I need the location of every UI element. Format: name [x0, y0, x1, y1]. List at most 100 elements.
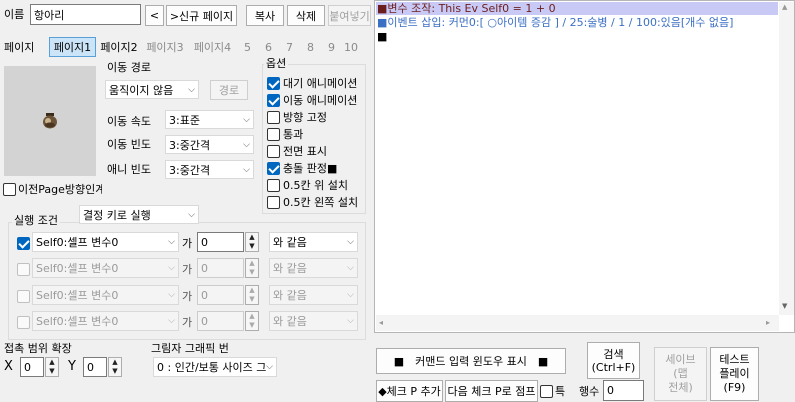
command-line-3[interactable]: ■ — [377, 31, 387, 43]
condition-1-checkbox[interactable] — [17, 237, 30, 250]
condition-3-ga-label: 가 — [182, 290, 193, 303]
chevron-down-icon: ⌵ — [168, 263, 175, 273]
condition-3-op-select[interactable]: 와 같음 ⌵ — [269, 285, 358, 305]
spin-down-icon: ▼ — [249, 242, 255, 250]
command-line-2[interactable]: ■이벤트 삽입: 커먼0:[ ○아이템 증감 ] / 25:술병 / 1 / 1… — [377, 17, 733, 29]
event-name-input[interactable]: 항아리 — [30, 4, 141, 25]
contact-x-input[interactable]: 0 — [20, 357, 44, 377]
tab-page1[interactable]: 페이지1 — [49, 37, 96, 57]
speed-select-value: 3:표준 — [169, 113, 200, 127]
spin-up-icon: ▲ — [249, 312, 255, 320]
tab-page10[interactable]: 10 — [342, 37, 360, 57]
tab-page7[interactable]: 7 — [280, 37, 299, 57]
spin-up-icon: ▲ — [249, 259, 255, 267]
frequency-select[interactable]: 3:중간격 ⌵ — [165, 135, 254, 154]
option-wait-anim-checkbox[interactable] — [267, 77, 280, 90]
chevron-down-icon: ⌵ — [243, 139, 250, 150]
condition-2-op-select[interactable]: 와 같음 ⌵ — [269, 258, 358, 278]
option-move-anim-checkbox[interactable] — [267, 94, 280, 107]
condition-4-value-input[interactable]: 0 — [197, 311, 244, 331]
contact-y-input[interactable]: 0 — [83, 357, 107, 377]
save-map-button[interactable]: 세이브 (맵 전체) — [654, 347, 707, 401]
contact-x-spinner[interactable]: ▲ ▼ — [45, 357, 59, 377]
save-button-line2: (맵 — [673, 367, 688, 380]
chevron-down-icon: ⌵ — [168, 316, 175, 326]
test-button-line2: 플레이 — [719, 367, 750, 380]
tab-page6[interactable]: 6 — [259, 37, 278, 57]
horizontal-scrollbar[interactable]: ◂ ▸ — [376, 315, 779, 331]
condition-2-checkbox[interactable] — [17, 263, 30, 276]
tab-page2[interactable]: 페이지2 — [97, 37, 141, 57]
condition-4-checkbox[interactable] — [17, 316, 30, 329]
anim-frequency-select[interactable]: 3:중간격 ⌵ — [165, 160, 254, 179]
paste-button[interactable]: 붙여넣기 — [328, 5, 371, 26]
search-button-line2: (Ctrl+F) — [591, 360, 636, 374]
shadow-select[interactable]: 0 : 인간/보통 사이즈 그 ⌵ — [153, 357, 277, 377]
spin-down-icon: ▼ — [49, 367, 55, 375]
prev-page-direction-label: 이전Page방향인계 — [18, 183, 102, 196]
tab-page9[interactable]: 9 — [322, 37, 341, 57]
route-button[interactable]: 경로 — [210, 80, 248, 100]
scroll-down-icon[interactable]: ▼ — [782, 302, 787, 310]
tab-page4[interactable]: 페이지4 — [190, 37, 235, 57]
add-checkpoint-button[interactable]: ◆체크 P 추가 — [376, 380, 443, 402]
graphic-preview[interactable] — [4, 66, 96, 176]
trigger-select[interactable]: 결정 키로 실행 ⌵ — [79, 205, 199, 224]
page-label: 페이지 — [4, 41, 35, 54]
option-half-left-label: 0.5칸 왼쪽 설치 — [283, 196, 359, 209]
contact-y-spinner[interactable]: ▲ ▼ — [108, 357, 122, 377]
condition-2-var-select[interactable]: Self0:셀프 변수0 ⌵ — [32, 258, 179, 278]
condition-3-spinner[interactable]: ▲ ▼ — [245, 285, 259, 305]
route-select[interactable]: 움직이지 않음 ⌵ — [105, 80, 199, 99]
prev-page-direction-checkbox[interactable] — [3, 183, 16, 196]
chevron-down-icon: ⌵ — [347, 316, 354, 326]
tab-page8[interactable]: 8 — [301, 37, 320, 57]
copy-button[interactable]: 복사 — [246, 5, 284, 26]
delete-button[interactable]: 삭제 — [287, 5, 325, 26]
condition-3-value-input[interactable]: 0 — [197, 285, 244, 305]
condition-2-ga-label: 가 — [182, 263, 193, 276]
search-button[interactable]: 검색 (Ctrl+F) — [587, 342, 640, 379]
option-front-checkbox[interactable] — [267, 145, 280, 158]
condition-1-value-input[interactable]: 0 — [197, 232, 244, 252]
command-input-window-button[interactable]: ■ 커맨드 입력 윈도우 표시 ■ — [376, 348, 566, 374]
new-page-button[interactable]: >신규 페이지 — [166, 5, 237, 26]
option-half-left-checkbox[interactable] — [267, 196, 280, 209]
speed-select[interactable]: 3:표준 ⌵ — [165, 110, 254, 129]
command-line-1[interactable]: ■변수 조작: This Ev Self0 = 1 + 0 — [377, 3, 556, 15]
condition-3-checkbox[interactable] — [17, 290, 30, 303]
condition-2-value-input[interactable]: 0 — [197, 258, 244, 278]
test-button-line1: 테스트 — [719, 353, 750, 366]
condition-3-var-select[interactable]: Self0:셀프 변수0 ⌵ — [32, 285, 179, 305]
option-dir-fix-label: 방향 고정 — [283, 111, 327, 124]
tab-page5[interactable]: 5 — [238, 37, 257, 57]
condition-1-op-select[interactable]: 와 같음 ⌵ — [269, 232, 358, 252]
tab-page3[interactable]: 페이지3 — [143, 37, 187, 57]
vertical-scrollbar[interactable]: ▲ ▼ — [779, 2, 794, 315]
test-play-button[interactable]: 테스트 플레이 (F9) — [710, 347, 759, 401]
scroll-right-icon[interactable]: ▸ — [766, 318, 770, 327]
line-count-input[interactable]: 0 — [603, 380, 644, 401]
next-checkpoint-button[interactable]: 다음 체크 P로 점프 — [445, 380, 538, 402]
condition-4-op-select[interactable]: 와 같음 ⌵ — [269, 311, 358, 331]
condition-1-var-select[interactable]: Self0:셀프 변수0 ⌵ — [32, 232, 179, 252]
option-collision-checkbox[interactable] — [267, 162, 280, 175]
condition-4-spinner[interactable]: ▲ ▼ — [245, 311, 259, 331]
condition-4-op-value: 와 같음 — [273, 315, 307, 328]
prev-page-button[interactable]: < — [145, 5, 164, 26]
spin-up-icon: ▲ — [49, 358, 55, 366]
command-list[interactable]: ■변수 조작: This Ev Self0 = 1 + 0 ■이벤트 삽입: 커… — [374, 0, 795, 333]
save-button-line3: 전체) — [668, 381, 693, 394]
condition-4-var-select[interactable]: Self0:셀프 변수0 ⌵ — [32, 311, 179, 331]
spin-up-icon: ▲ — [249, 286, 255, 294]
condition-2-var-value: Self0:셀프 변수0 — [36, 262, 119, 275]
special-checkbox[interactable] — [540, 385, 553, 398]
option-pass-checkbox[interactable] — [267, 128, 280, 141]
condition-1-spinner[interactable]: ▲ ▼ — [245, 232, 259, 252]
test-button-line3: (F9) — [723, 381, 746, 394]
option-half-up-checkbox[interactable] — [267, 179, 280, 192]
condition-2-spinner[interactable]: ▲ ▼ — [245, 258, 259, 278]
option-dir-fix-checkbox[interactable] — [267, 111, 280, 124]
scroll-left-icon[interactable]: ◂ — [379, 318, 383, 327]
scroll-up-icon[interactable]: ▲ — [782, 3, 787, 11]
